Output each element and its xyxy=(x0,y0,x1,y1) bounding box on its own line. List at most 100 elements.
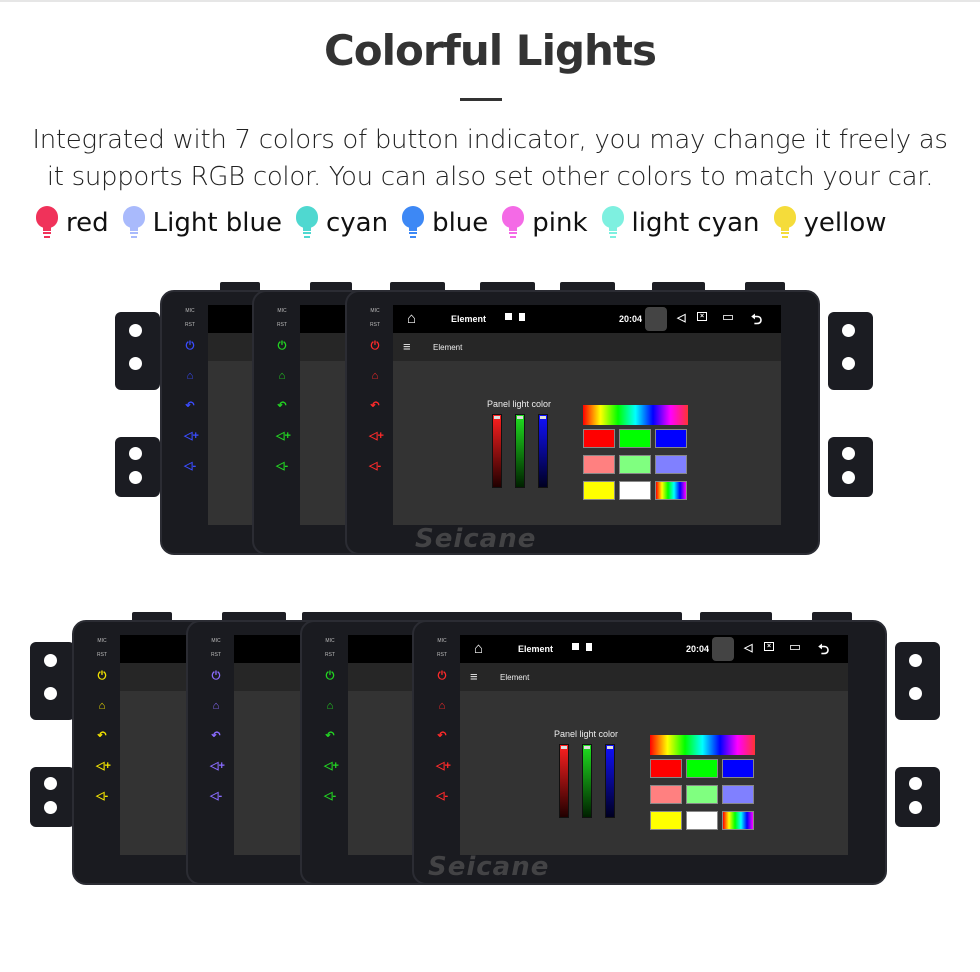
mount-hole xyxy=(44,777,57,790)
slider-handle[interactable] xyxy=(607,746,613,749)
rgb-slider[interactable] xyxy=(559,744,569,818)
status-title: Element xyxy=(518,644,554,654)
bulb-glass xyxy=(601,206,624,228)
screenshot-icon[interactable] xyxy=(645,307,667,331)
volume-up-icon[interactable]: ◁+ xyxy=(276,430,291,442)
close-window-icon[interactable]: × xyxy=(697,312,707,321)
rgb-slider[interactable] xyxy=(538,414,548,488)
close-window-icon[interactable]: × xyxy=(764,642,774,651)
rgb-slider[interactable] xyxy=(492,414,502,488)
color-swatch[interactable] xyxy=(619,481,651,500)
color-swatch[interactable] xyxy=(650,811,682,830)
home-icon[interactable]: ⌂ xyxy=(276,370,288,382)
side-label: RST xyxy=(277,322,287,328)
mount-hole xyxy=(842,324,855,337)
color-swatch[interactable] xyxy=(583,429,615,448)
volume-down-icon[interactable]: ◁- xyxy=(184,460,196,472)
menu-icon[interactable]: ≡ xyxy=(470,669,478,684)
back-icon[interactable]: ↶ xyxy=(436,730,448,742)
screen[interactable]: ≡ Element Panel light color ⌂ Element 20:04 ◁ ×… xyxy=(393,305,781,525)
color-swatch[interactable] xyxy=(619,429,651,448)
rgb-slider[interactable] xyxy=(582,744,592,818)
rgb-slider[interactable] xyxy=(605,744,615,818)
power-icon[interactable]: ⏻ xyxy=(210,670,222,682)
volume-down-icon[interactable]: ◁- xyxy=(96,790,108,802)
home-icon[interactable]: ⌂ xyxy=(474,640,483,657)
bulb-icon xyxy=(36,206,58,240)
slider-handle[interactable] xyxy=(494,416,500,419)
rgb-slider[interactable] xyxy=(515,414,525,488)
color-swatch[interactable] xyxy=(650,759,682,778)
slider-handle[interactable] xyxy=(540,416,546,419)
color-swatch[interactable] xyxy=(583,455,615,474)
color-swatch[interactable] xyxy=(583,481,615,500)
volume-down-icon[interactable]: ◁- xyxy=(436,790,448,802)
home-icon[interactable]: ⌂ xyxy=(210,700,222,712)
back-icon[interactable]: ⮌ xyxy=(818,639,829,663)
screen[interactable]: ≡ Element Panel light color ⌂ Element 20:04 ◁ ×… xyxy=(460,635,848,855)
volume-icon[interactable]: ◁ xyxy=(677,311,685,324)
power-icon[interactable]: ⏻ xyxy=(96,670,108,682)
power-icon[interactable]: ⏻ xyxy=(276,340,288,352)
color-swatch[interactable] xyxy=(655,481,687,500)
legend-label: light cyan xyxy=(631,208,760,238)
volume-up-icon[interactable]: ◁+ xyxy=(184,430,199,442)
color-swatch[interactable] xyxy=(722,785,754,804)
back-icon[interactable]: ↶ xyxy=(276,400,288,412)
back-icon[interactable]: ↶ xyxy=(369,400,381,412)
color-swatch[interactable] xyxy=(686,759,718,778)
power-icon[interactable]: ⏻ xyxy=(436,670,448,682)
power-icon[interactable]: ⏻ xyxy=(324,670,336,682)
recent-apps-icon[interactable] xyxy=(790,645,800,650)
slider-handle[interactable] xyxy=(561,746,567,749)
sd-card-icon xyxy=(586,643,592,651)
screenshot-icon[interactable] xyxy=(712,637,734,661)
bulb-icon xyxy=(402,206,425,240)
legend-label: yellow xyxy=(803,208,887,238)
volume-down-icon[interactable]: ◁- xyxy=(276,460,288,472)
slider-handle[interactable] xyxy=(517,416,523,419)
recent-apps-icon[interactable] xyxy=(723,315,733,320)
left-mount-bracket xyxy=(30,767,75,827)
back-icon[interactable]: ↶ xyxy=(210,730,222,742)
volume-down-icon[interactable]: ◁- xyxy=(369,460,381,472)
bulb-thread xyxy=(409,232,418,234)
volume-up-icon[interactable]: ◁+ xyxy=(96,760,111,772)
home-icon[interactable]: ⌂ xyxy=(407,310,416,327)
home-icon[interactable]: ⌂ xyxy=(436,700,448,712)
home-icon[interactable]: ⌂ xyxy=(96,700,108,712)
color-swatch[interactable] xyxy=(655,455,687,474)
legend-label: blue xyxy=(432,208,489,238)
volume-up-icon[interactable]: ◁+ xyxy=(369,430,384,442)
slider-handle[interactable] xyxy=(584,746,590,749)
power-icon[interactable]: ⏻ xyxy=(184,340,196,352)
volume-down-icon[interactable]: ◁- xyxy=(324,790,336,802)
side-label: RST xyxy=(437,652,447,658)
home-icon[interactable]: ⌂ xyxy=(324,700,336,712)
volume-up-icon[interactable]: ◁+ xyxy=(324,760,339,772)
volume-icon[interactable]: ◁ xyxy=(744,641,752,654)
color-spectrum-bar[interactable] xyxy=(583,405,688,425)
watermark: Seicane xyxy=(415,524,537,554)
color-swatch[interactable] xyxy=(686,811,718,830)
home-icon[interactable]: ⌂ xyxy=(184,370,196,382)
back-icon[interactable]: ↶ xyxy=(96,730,108,742)
volume-up-icon[interactable]: ◁+ xyxy=(436,760,451,772)
back-icon[interactable]: ↶ xyxy=(184,400,196,412)
color-swatch[interactable] xyxy=(722,811,754,830)
color-swatch[interactable] xyxy=(655,429,687,448)
image-icon xyxy=(505,313,512,320)
menu-icon[interactable]: ≡ xyxy=(403,339,411,354)
side-button-strip: MIC RST ⏻ ⌂ ↶ ◁+ ◁- xyxy=(86,634,118,864)
back-icon[interactable]: ↶ xyxy=(324,730,336,742)
color-swatch[interactable] xyxy=(722,759,754,778)
color-spectrum-bar[interactable] xyxy=(650,735,755,755)
color-swatch[interactable] xyxy=(619,455,651,474)
color-swatch[interactable] xyxy=(650,785,682,804)
back-icon[interactable]: ⮌ xyxy=(751,309,762,333)
volume-up-icon[interactable]: ◁+ xyxy=(210,760,225,772)
power-icon[interactable]: ⏻ xyxy=(369,340,381,352)
color-swatch[interactable] xyxy=(686,785,718,804)
volume-down-icon[interactable]: ◁- xyxy=(210,790,222,802)
home-icon[interactable]: ⌂ xyxy=(369,370,381,382)
